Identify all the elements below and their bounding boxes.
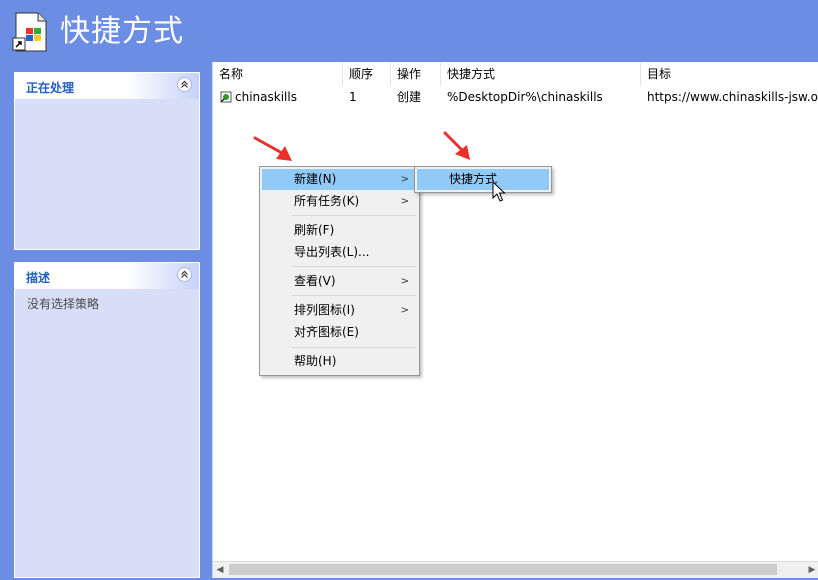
menu-item-view[interactable]: 查看(V) >	[262, 271, 417, 292]
menu-item-export-list[interactable]: 导出列表(L)...	[262, 242, 417, 263]
column-header-shortcut[interactable]: 快捷方式	[441, 62, 641, 86]
column-header-target[interactable]: 目标	[641, 62, 818, 86]
chevron-up-double-icon	[181, 80, 188, 88]
processing-panel-body	[15, 99, 199, 111]
mouse-cursor-icon	[492, 181, 506, 202]
context-menu: 新建(N) > 所有任务(K) > 刷新(F) 导出列表(L)... 查看(V)…	[259, 166, 420, 376]
menu-separator	[292, 295, 416, 296]
red-annotation-arrow-icon	[443, 131, 470, 160]
header-bar: 快捷方式	[0, 0, 818, 62]
menu-item-align-icons[interactable]: 对齐图标(E)	[262, 322, 417, 343]
red-annotation-arrow-icon	[253, 136, 292, 161]
chevron-right-icon: >	[400, 276, 409, 287]
collapse-description-button[interactable]	[177, 267, 192, 282]
chevron-right-icon: >	[400, 305, 409, 316]
description-panel-title: 描述	[26, 271, 51, 285]
menu-item-all-tasks[interactable]: 所有任务(K) >	[262, 191, 417, 212]
shortcut-wizard-icon	[12, 12, 47, 52]
cell-shortcut: %DesktopDir%\chinaskills	[447, 90, 603, 104]
collapse-processing-button[interactable]	[177, 77, 192, 92]
menu-separator	[292, 347, 416, 348]
cell-action: 创建	[397, 90, 422, 104]
description-panel-header[interactable]: 描述	[15, 263, 199, 289]
submenu-item-shortcut[interactable]: 快捷方式	[417, 169, 549, 190]
description-text: 没有选择策略	[27, 297, 100, 311]
page-title: 快捷方式	[60, 14, 184, 49]
cell-target: https://www.chinaskills-jsw.or	[647, 90, 818, 104]
column-header-order[interactable]: 顺序	[343, 62, 391, 86]
menu-item-refresh[interactable]: 刷新(F)	[262, 220, 417, 241]
chevron-up-double-icon	[181, 270, 188, 278]
processing-panel-header[interactable]: 正在处理	[15, 73, 199, 99]
new-submenu: 快捷方式	[414, 166, 552, 193]
shortcut-item-icon	[220, 91, 232, 103]
scroll-right-icon[interactable]: ▶	[805, 563, 818, 577]
menu-item-help[interactable]: 帮助(H)	[262, 351, 417, 372]
menu-item-arrange-icons[interactable]: 排列图标(I) >	[262, 300, 417, 321]
menu-item-new[interactable]: 新建(N) >	[262, 169, 417, 190]
scroll-left-icon[interactable]: ◀	[213, 563, 227, 577]
chevron-right-icon: >	[400, 196, 409, 207]
processing-panel: 正在处理	[14, 72, 200, 250]
cell-order: 1	[349, 90, 357, 104]
cell-name: chinaskills	[235, 90, 297, 104]
chevron-right-icon: >	[400, 174, 409, 185]
menu-separator	[292, 266, 416, 267]
processing-panel-title: 正在处理	[26, 81, 75, 95]
horizontal-scrollbar[interactable]: ◀ ▶	[213, 561, 818, 578]
column-header-name[interactable]: 名称	[213, 62, 343, 86]
scrollbar-thumb[interactable]	[229, 564, 777, 575]
description-panel: 描述 没有选择策略	[14, 262, 200, 578]
menu-separator	[292, 215, 416, 216]
column-header-action[interactable]: 操作	[391, 62, 441, 86]
